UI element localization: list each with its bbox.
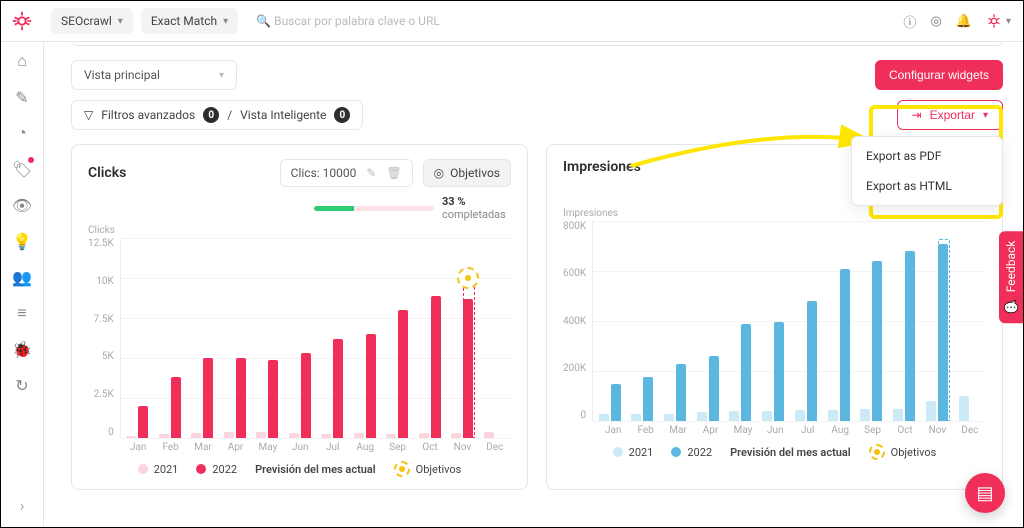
view-label: Vista principal bbox=[84, 68, 160, 82]
filters-label: Filtros avanzados bbox=[101, 108, 195, 122]
progress-bar bbox=[314, 206, 434, 211]
impressions-axis-label: Impresiones bbox=[563, 208, 986, 219]
goal-input[interactable]: Clics: 10000 ✎ 🗑 bbox=[280, 159, 413, 187]
progress-text: 33 % completadas bbox=[442, 195, 511, 221]
nav-dashboard-icon[interactable]: ◔ bbox=[12, 123, 32, 143]
left-nav: ⌂ ✎ ◔ 🏷 👁 💡 👥 ≡ 🐞 ↻ › bbox=[1, 41, 44, 527]
chevron-down-icon: ▾ bbox=[118, 16, 123, 27]
clicks-chart: 12.5K10K7.5K5K2.5K0 bbox=[88, 238, 511, 438]
panel-edge bbox=[71, 41, 1003, 46]
nav-home-icon[interactable]: ⌂ bbox=[12, 51, 32, 71]
view-selector[interactable]: Vista principal ▾ bbox=[71, 60, 237, 90]
nav-tag-icon[interactable]: 🏷 bbox=[12, 159, 32, 179]
nav-bulb-icon[interactable]: 💡 bbox=[12, 231, 32, 251]
nav-collapse-icon[interactable]: › bbox=[12, 495, 32, 515]
smart-view-count: 0 bbox=[334, 107, 350, 123]
search-placeholder: Buscar por palabra clave o URL bbox=[274, 14, 440, 28]
export-menu: Export as PDF Export as HTML bbox=[851, 136, 1003, 206]
workspace-selector[interactable]: SEOcrawl ▾ bbox=[51, 8, 133, 34]
impressions-chart: 800K600K400K200K0 bbox=[563, 221, 986, 421]
legend-2021: 2021 bbox=[154, 463, 179, 476]
impressions-title: Impresiones bbox=[563, 159, 641, 175]
legend-forecast: Previsión del mes actual bbox=[730, 446, 851, 459]
goal-value: Clics: 10000 bbox=[291, 166, 357, 180]
objectives-label: Objetivos bbox=[450, 166, 500, 180]
export-icon: ⇥ bbox=[912, 108, 922, 122]
filters-count: 0 bbox=[203, 107, 219, 123]
feedback-label: Feedback bbox=[1004, 241, 1018, 293]
legend-2022: 2022 bbox=[687, 446, 712, 459]
search-icon: 🔍 bbox=[256, 14, 271, 28]
workspace-label: SEOcrawl bbox=[61, 14, 112, 28]
chevron-down-icon: ▾ bbox=[1006, 16, 1011, 27]
target-icon: ◎ bbox=[434, 166, 444, 180]
legend-goal: Objetivos bbox=[416, 463, 462, 476]
main-content: Vista principal ▾ Configurar widgets ▽ F… bbox=[43, 41, 1023, 527]
chevron-down-icon: ▾ bbox=[983, 110, 988, 121]
compass-icon[interactable]: ◎ bbox=[930, 14, 941, 29]
export-pdf-item[interactable]: Export as PDF bbox=[852, 141, 1002, 171]
chevron-down-icon: ▾ bbox=[223, 16, 228, 27]
legend-goal: Objetivos bbox=[891, 446, 937, 459]
nav-edit-icon[interactable]: ✎ bbox=[12, 87, 32, 107]
clicks-axis-label: Clicks bbox=[88, 225, 511, 236]
legend-2022: 2022 bbox=[212, 463, 237, 476]
nav-bug-icon[interactable]: 🐞 bbox=[12, 339, 32, 359]
divider: / bbox=[227, 108, 232, 122]
export-label: Exportar bbox=[930, 108, 975, 122]
match-label: Exact Match bbox=[151, 14, 217, 28]
chevron-down-icon: ▾ bbox=[219, 70, 224, 81]
match-selector[interactable]: Exact Match ▾ bbox=[141, 8, 238, 34]
clicks-card: Clicks Clics: 10000 ✎ 🗑 ◎ Objetivos 33 %… bbox=[71, 144, 528, 490]
app-logo bbox=[1, 10, 43, 32]
account-menu[interactable]: ▾ bbox=[986, 13, 1011, 29]
chat-icon: ▤ bbox=[976, 483, 993, 504]
nav-history-icon[interactable]: ↻ bbox=[12, 375, 32, 395]
search-input[interactable]: 🔍 Buscar por palabra clave o URL bbox=[246, 14, 440, 28]
export-html-item[interactable]: Export as HTML bbox=[852, 171, 1002, 201]
legend: 2021 2022 Previsión del mes actual Objet… bbox=[563, 444, 986, 460]
topbar: SEOcrawl ▾ Exact Match ▾ 🔍 Buscar por pa… bbox=[1, 1, 1023, 42]
filter-icon: ▽ bbox=[84, 108, 93, 122]
legend: 2021 2022 Previsión del mes actual Objet… bbox=[88, 461, 511, 477]
bell-icon[interactable]: 🔔 bbox=[956, 14, 972, 29]
smart-view-label: Vista Inteligente bbox=[240, 108, 326, 122]
configure-widgets-button[interactable]: Configurar widgets bbox=[875, 60, 1003, 90]
export-button[interactable]: ⇥ Exportar ▾ bbox=[897, 100, 1003, 130]
objectives-button[interactable]: ◎ Objetivos bbox=[423, 159, 511, 187]
chat-icon: 💬 bbox=[1004, 299, 1018, 314]
trash-icon[interactable]: 🗑 bbox=[386, 166, 401, 180]
legend-2021: 2021 bbox=[629, 446, 654, 459]
edit-icon[interactable]: ✎ bbox=[366, 166, 376, 180]
nav-eye-icon[interactable]: 👁 bbox=[12, 195, 32, 215]
help-icon[interactable]: ⓘ bbox=[903, 12, 916, 31]
chat-fab[interactable]: ▤ bbox=[965, 473, 1005, 513]
nav-list-icon[interactable]: ≡ bbox=[12, 303, 32, 323]
clicks-title: Clicks bbox=[88, 165, 126, 181]
nav-users-icon[interactable]: 👥 bbox=[12, 267, 32, 287]
filters-bar[interactable]: ▽ Filtros avanzados 0 / Vista Inteligent… bbox=[71, 100, 363, 130]
legend-forecast: Previsión del mes actual bbox=[255, 463, 376, 476]
feedback-tab[interactable]: 💬 Feedback bbox=[999, 231, 1023, 323]
